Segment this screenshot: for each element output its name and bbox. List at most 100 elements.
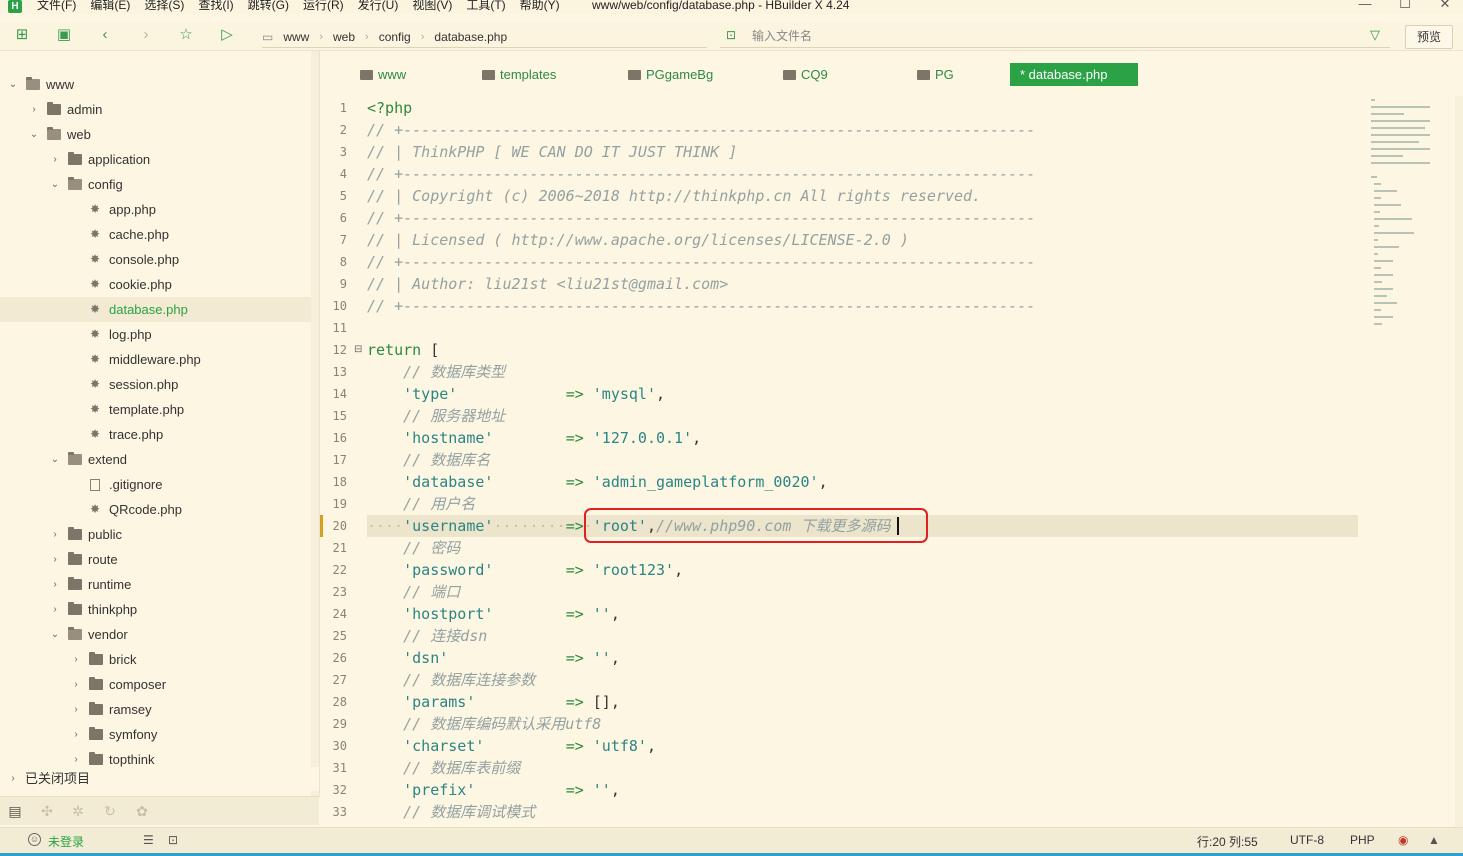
code-line: <?php (367, 97, 412, 119)
editor-tab[interactable]: CQ9 (783, 63, 828, 86)
editor-tab[interactable]: www (360, 63, 406, 86)
sidebar-scrollbar[interactable] (311, 51, 319, 797)
code-editor[interactable]: 1 <?php 2 // +-----------------------------… (320, 96, 1365, 827)
chevron-down-icon[interactable]: ⌄ (50, 447, 60, 472)
menu-item[interactable]: 运行(R) (303, 0, 344, 12)
filter-funnel-icon[interactable]: ▽ (1370, 27, 1380, 43)
menu-item[interactable]: 帮助(Y) (520, 0, 560, 12)
tree-item[interactable]: ✸ middleware.php (0, 347, 311, 372)
breadcrumb-item[interactable]: web (333, 30, 355, 44)
menu-item[interactable]: 文件(F) (37, 0, 76, 12)
cursor-position[interactable]: 行:20 列:55 (1197, 833, 1258, 850)
minimap[interactable] (1365, 96, 1455, 336)
tree-item[interactable]: › composer (0, 672, 311, 697)
tree-item[interactable]: ✸ QRcode.php (0, 497, 311, 522)
tree-item[interactable]: ✸ template.php (0, 397, 311, 422)
tree-item[interactable]: ⌄ config (0, 172, 311, 197)
tree-item[interactable]: › runtime (0, 572, 311, 597)
breadcrumb-item[interactable]: www (283, 30, 309, 44)
tree-item[interactable]: .gitignore (0, 472, 311, 497)
notification-status-icon[interactable]: ◉ (1398, 833, 1408, 847)
chevron-right-icon[interactable]: › (71, 647, 81, 672)
tree-item[interactable]: ✸ app.php (0, 197, 311, 222)
menu-item[interactable]: 视图(V) (412, 0, 452, 12)
file-encoding[interactable]: UTF-8 (1290, 833, 1324, 847)
tree-item[interactable]: › thinkphp (0, 597, 311, 622)
tree-item[interactable]: ⌄ web (0, 122, 311, 147)
editor-tab[interactable]: * database.php (1010, 63, 1138, 86)
preview-button[interactable]: 预览 (1405, 25, 1453, 49)
file-language[interactable]: PHP (1350, 833, 1375, 847)
tree-item[interactable]: › application (0, 147, 311, 172)
user-icon[interactable]: ☺ (28, 833, 41, 846)
tree-item[interactable]: › public (0, 522, 311, 547)
closed-projects-section[interactable]: › 已关闭项目 (0, 767, 319, 791)
menu-item[interactable]: 选择(S) (144, 0, 184, 12)
menu-item[interactable]: 工具(T) (466, 0, 505, 12)
editor-tab[interactable]: templates (482, 63, 556, 86)
menu-item[interactable]: 查找(I) (198, 0, 233, 12)
tree-item[interactable]: › route (0, 547, 311, 572)
source-control-icon[interactable]: ↻ (100, 801, 120, 821)
forward-arrow-icon[interactable]: › (137, 26, 155, 44)
chevron-down-icon[interactable]: ⌄ (50, 622, 60, 647)
tree-item[interactable]: ✸ cache.php (0, 222, 311, 247)
tree-item[interactable]: ⌄ extend (0, 447, 311, 472)
outline-list-icon[interactable]: ☰ (143, 833, 154, 847)
tree-item[interactable]: ✸ console.php (0, 247, 311, 272)
breadcrumb-item[interactable]: config (379, 30, 411, 44)
tree-item[interactable]: ✸ cookie.php (0, 272, 311, 297)
close-button[interactable]: ✕ (1435, 0, 1455, 11)
maximize-button[interactable]: ☐ (1395, 0, 1415, 11)
editor-scrollbar[interactable] (1455, 96, 1463, 827)
login-status[interactable]: 未登录 (48, 833, 84, 850)
tree-item[interactable]: ✸ trace.php (0, 422, 311, 447)
menu-item[interactable]: 发行(U) (358, 0, 399, 12)
chevron-right-icon[interactable]: › (50, 522, 60, 547)
chevron-down-icon[interactable]: ⌄ (29, 122, 39, 147)
terminal-icon[interactable]: ⊡ (168, 833, 178, 847)
file-name-input[interactable] (750, 28, 1354, 44)
chevron-right-icon[interactable]: › (71, 697, 81, 722)
tree-item[interactable]: ✸ session.php (0, 372, 311, 397)
breadcrumb-item[interactable]: database.php (434, 30, 507, 44)
debug-bug-icon[interactable]: ✲ (68, 801, 88, 821)
chevron-right-icon[interactable]: › (71, 672, 81, 697)
chevron-right-icon[interactable]: › (71, 722, 81, 747)
editor-tab[interactable]: PG (917, 63, 954, 86)
tree-item[interactable]: › ramsey (0, 697, 311, 722)
chevron-right-icon[interactable]: › (29, 97, 39, 122)
chevron-down-icon[interactable]: ⌄ (50, 172, 60, 197)
chevron-right-icon[interactable]: › (50, 147, 60, 172)
tree-item[interactable]: ✸ log.php (0, 322, 311, 347)
tree-item[interactable]: › symfony (0, 722, 311, 747)
new-file-icon[interactable]: ⊞ (13, 26, 31, 44)
chevron-right-icon[interactable]: › (50, 572, 60, 597)
folder-icon (89, 752, 103, 765)
run-icon[interactable]: ▷ (218, 26, 236, 44)
menu-item[interactable]: 跳转(G) (248, 0, 289, 12)
plugin-icon[interactable]: ✣ (37, 801, 57, 821)
star-icon[interactable]: ☆ (177, 26, 195, 44)
tree-item[interactable]: › admin (0, 97, 311, 122)
editor-tab-label: * database.php (1020, 67, 1108, 82)
tree-item[interactable]: ⌄ www (0, 72, 311, 97)
sidebar-view-tabs: ▤ ✣ ✲ ↻ ✿ (0, 796, 319, 825)
editor-tab[interactable]: PGgameBg (628, 63, 713, 86)
project-manager-icon[interactable]: ▤ (5, 801, 25, 821)
chevron-down-icon[interactable]: ⌄ (8, 72, 18, 97)
minimize-button[interactable]: — (1355, 0, 1375, 11)
bell-icon[interactable]: ▲ (1428, 833, 1440, 847)
tree-item[interactable]: ✸ database.php (0, 297, 311, 322)
fold-toggle-icon[interactable]: ⊟ (354, 344, 362, 355)
menu-item[interactable]: 编辑(E) (90, 0, 130, 12)
back-arrow-icon[interactable]: ‹ (96, 26, 114, 44)
chevron-right-icon[interactable]: › (50, 547, 60, 572)
extension-icon[interactable]: ✿ (132, 801, 152, 821)
save-icon[interactable]: ▣ (55, 26, 73, 44)
tree-item[interactable]: › brick (0, 647, 311, 672)
chevron-right-icon[interactable]: › (50, 597, 60, 622)
tree-item[interactable]: ⌄ vendor (0, 622, 311, 647)
